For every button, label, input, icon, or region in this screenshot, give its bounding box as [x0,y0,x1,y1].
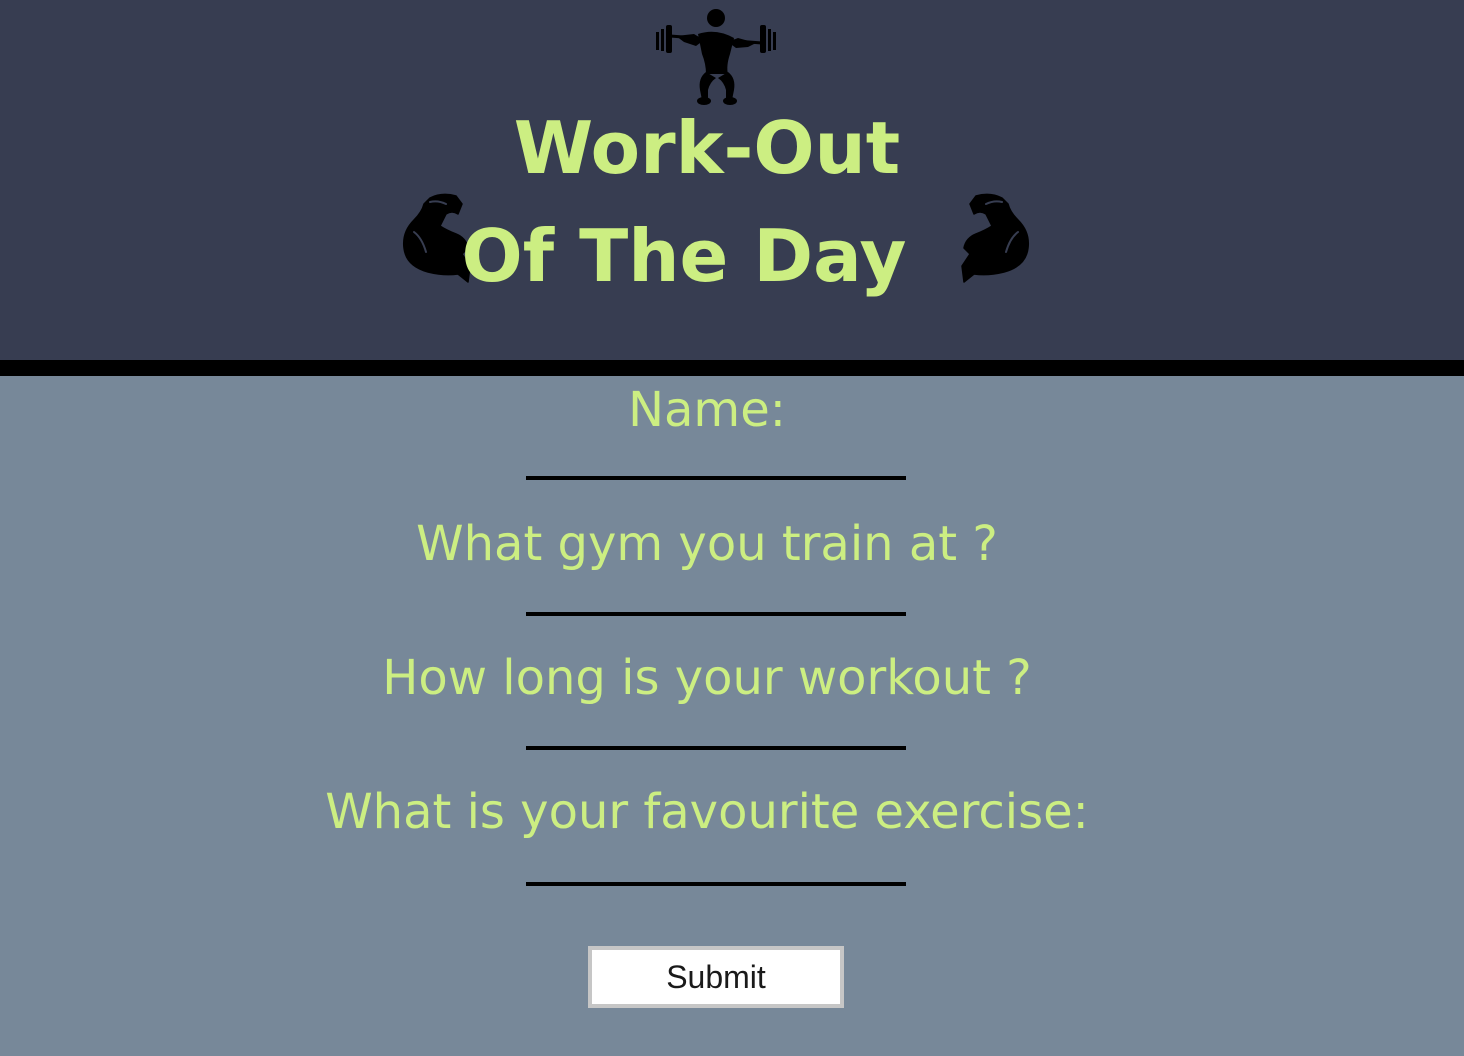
workout-duration-input[interactable] [526,716,906,750]
name-input[interactable] [526,446,906,480]
submit-button[interactable]: Submit [588,946,844,1008]
page-header: Work-Out Of The Day [0,0,1464,360]
favourite-exercise-label: What is your favourite exercise: [325,784,1089,840]
title-line-2: Of The Day [461,214,907,298]
header-divider [0,360,1464,376]
gym-input[interactable] [526,582,906,616]
name-label: Name: [628,382,786,438]
workout-form: Name: What gym you train at ? How long i… [0,376,1464,1056]
workout-duration-label: How long is your workout ? [382,650,1032,706]
weightlifter-icon [656,9,776,105]
favourite-exercise-input[interactable] [526,852,906,886]
title-line-1: Work-Out [513,106,901,190]
gym-label: What gym you train at ? [416,516,998,572]
